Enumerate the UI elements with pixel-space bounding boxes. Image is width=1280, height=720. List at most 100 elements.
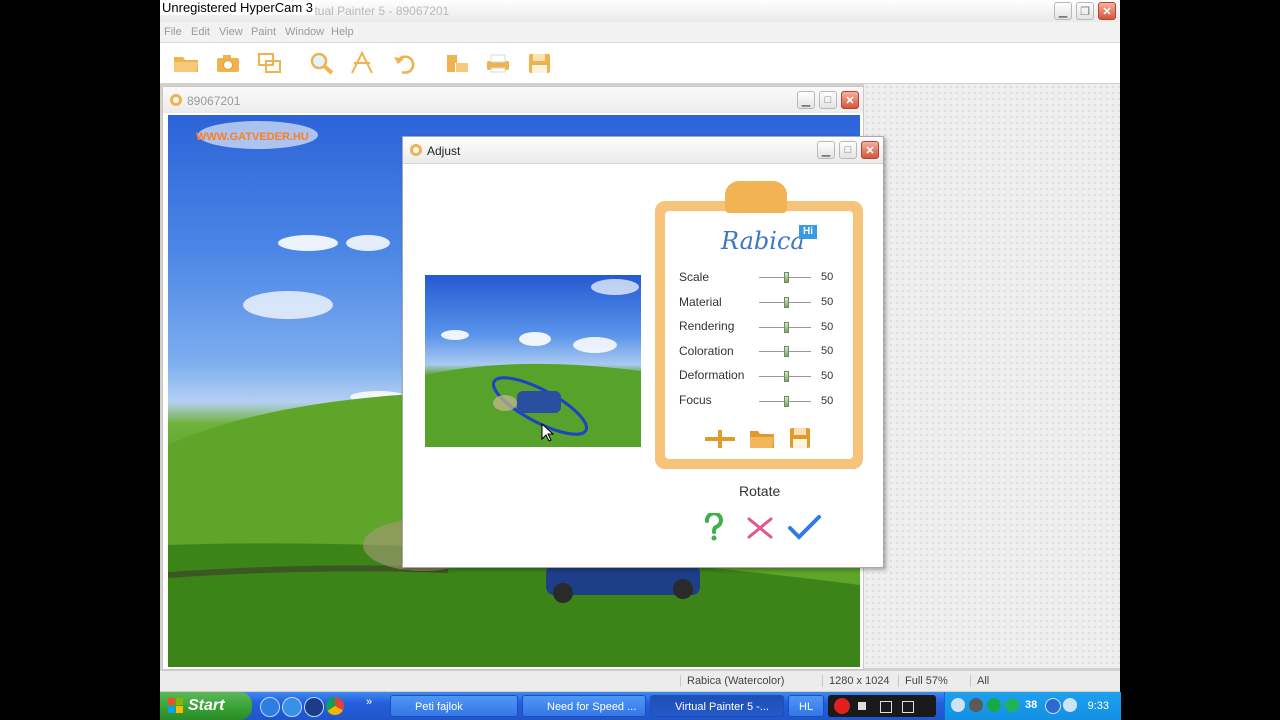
status-size: 1280 x 1024: [822, 675, 890, 687]
slider-focus-label: Focus: [679, 393, 712, 407]
start-label: Start: [188, 697, 225, 714]
quicklaunch-browser-icon[interactable]: [282, 697, 302, 717]
slider-deformation-value: 50: [821, 370, 834, 382]
slider-rendering-value: 50: [821, 321, 834, 333]
record-icon[interactable]: [834, 698, 850, 714]
menu-view[interactable]: View: [219, 26, 243, 38]
quicklaunch-chrome-icon[interactable]: [326, 697, 344, 715]
adjust-close-button[interactable]: ✕: [861, 141, 879, 159]
document-title: 89067201: [187, 94, 241, 108]
rotate-label[interactable]: Rotate: [739, 483, 780, 499]
site-watermark: WWW.GATVEDER.HU: [196, 131, 309, 143]
slider-coloration-thumb[interactable]: [784, 346, 789, 357]
adjust-title-bar: Adjust ▁ □ ✕: [403, 137, 883, 164]
task-hl[interactable]: HL: [788, 695, 824, 717]
add-preset-icon[interactable]: [705, 427, 735, 451]
print-icon[interactable]: [484, 51, 512, 75]
layers-icon[interactable]: [256, 51, 284, 75]
document-icon: [170, 94, 182, 106]
close-button[interactable]: ✕: [1098, 2, 1116, 20]
help-icon[interactable]: [703, 513, 725, 541]
slider-scale-thumb[interactable]: [784, 272, 789, 283]
tray-app-icon[interactable]: [969, 698, 983, 712]
quicklaunch-media-icon[interactable]: [304, 697, 324, 717]
slider-material-value: 50: [821, 296, 834, 308]
undo-icon[interactable]: [392, 51, 420, 75]
slider-deformation-thumb[interactable]: [784, 371, 789, 382]
brand-logo: Rabica: [721, 227, 805, 255]
save-preset-icon[interactable]: [789, 427, 811, 449]
adjust-title: Adjust: [427, 144, 461, 158]
menu-file[interactable]: File: [164, 26, 182, 38]
quicklaunch-ie-icon[interactable]: [260, 697, 280, 717]
taskbar: Start » Peti fajlok Need for Speed ... V…: [160, 692, 1121, 720]
slider-material-thumb[interactable]: [784, 297, 789, 308]
dialog-icon: [410, 144, 422, 156]
slider-focus-thumb[interactable]: [784, 396, 789, 407]
quicklaunch-more-icon[interactable]: »: [366, 696, 372, 708]
slider-material-label: Material: [679, 295, 722, 309]
open-preset-icon[interactable]: [749, 427, 775, 449]
toolbar: [160, 43, 1120, 84]
arrange-icon[interactable]: [444, 51, 472, 75]
preview-image[interactable]: [425, 275, 641, 447]
stop-icon[interactable]: [858, 702, 866, 710]
system-tray: 38 9:33: [944, 692, 1121, 720]
slider-deformation-label: Deformation: [679, 368, 745, 382]
open-icon[interactable]: [172, 51, 200, 75]
slider-rendering-thumb[interactable]: [784, 322, 789, 333]
clock: 9:33: [1087, 700, 1109, 712]
capture-icon[interactable]: [880, 701, 892, 713]
slider-focus-value: 50: [821, 395, 834, 407]
slider-rendering-label: Rendering: [679, 319, 735, 333]
adjust-minimize-button[interactable]: ▁: [817, 141, 835, 159]
status-mode: All: [970, 675, 989, 687]
menu-help[interactable]: Help: [331, 26, 354, 38]
clipboard-clip-icon: [725, 181, 787, 213]
menu-paint[interactable]: Paint: [251, 26, 276, 38]
zoom-icon[interactable]: [308, 51, 336, 75]
tray-security-icon[interactable]: [987, 698, 1001, 712]
menu-edit[interactable]: Edit: [191, 26, 210, 38]
doc-minimize-button[interactable]: ▁: [797, 91, 815, 109]
task-peti-fajlok[interactable]: Peti fajlok: [390, 695, 518, 717]
task-need-for-speed[interactable]: Need for Speed ...: [522, 695, 646, 717]
preview-landscape: [425, 279, 641, 447]
workspace-background: [864, 84, 1120, 668]
tray-network-icon[interactable]: [1005, 698, 1019, 712]
paint-icon[interactable]: [348, 51, 376, 75]
adjust-maximize-button[interactable]: □: [839, 141, 857, 159]
tray-power-icon[interactable]: [1045, 698, 1061, 714]
app-title: Virtual Painter 5 - 89067201: [300, 4, 450, 18]
document-title-bar: 89067201 ▁ □ ✕: [163, 87, 863, 113]
status-bar: Rabica (Watercolor) 1280 x 1024 Full 57%…: [160, 670, 1120, 691]
adjust-dialog: Adjust ▁ □ ✕ Rabica Hi Scale 50 Material…: [402, 136, 884, 568]
recorder-controls: [828, 695, 936, 717]
slider-scale-value: 50: [821, 271, 834, 283]
save-icon[interactable]: [526, 51, 554, 75]
mouse-cursor-icon: [541, 423, 555, 442]
doc-close-button[interactable]: ✕: [841, 91, 859, 109]
cancel-icon[interactable]: [746, 516, 774, 540]
slider-scale-label: Scale: [679, 270, 710, 284]
windows-logo-icon: [168, 698, 183, 713]
brand-badge: Hi: [799, 225, 817, 239]
slider-coloration-label: Coloration: [679, 344, 734, 358]
status-style: Rabica (Watercolor): [680, 675, 784, 687]
doc-maximize-button[interactable]: □: [819, 91, 837, 109]
ok-check-icon[interactable]: [787, 514, 821, 540]
start-button[interactable]: Start: [160, 692, 252, 720]
screen: Virtual Painter 5 - 89067201 ▁ ❐ ✕ Unreg…: [160, 0, 1120, 720]
options-icon[interactable]: [902, 701, 914, 713]
task-virtual-painter[interactable]: Virtual Painter 5 -...: [650, 695, 784, 717]
camera-icon[interactable]: [214, 51, 242, 75]
minimize-button[interactable]: ▁: [1054, 2, 1072, 20]
menu-bar: File Edit View Paint Window Help: [160, 22, 1120, 43]
tray-globe-icon[interactable]: [1063, 698, 1077, 712]
tray-counter: 38: [1025, 699, 1038, 711]
slider-coloration-value: 50: [821, 345, 834, 357]
restore-button[interactable]: ❐: [1076, 2, 1094, 20]
menu-window[interactable]: Window: [285, 26, 324, 38]
tray-arrow-icon[interactable]: [951, 698, 965, 712]
recorder-watermark: Unregistered HyperCam 3: [160, 0, 316, 15]
